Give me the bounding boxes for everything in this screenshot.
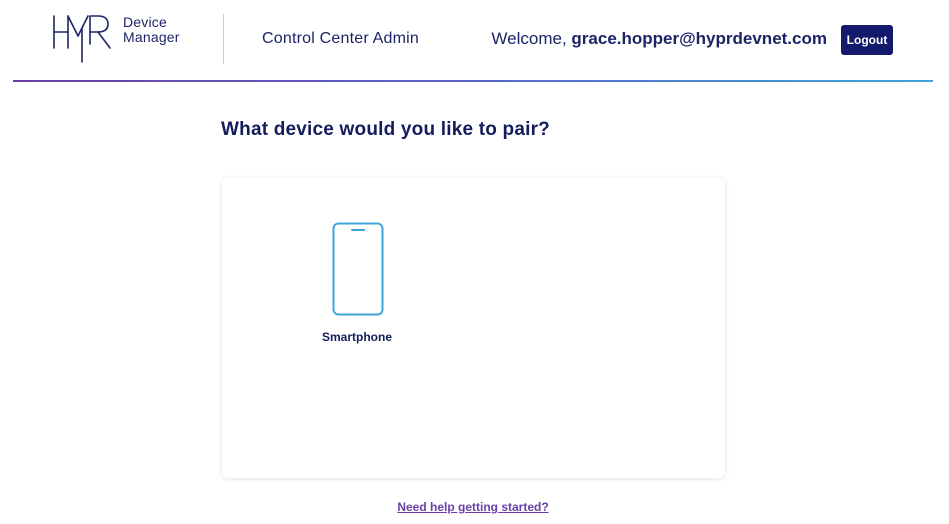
- logo-text-line2: Manager: [123, 29, 180, 45]
- logout-button[interactable]: Logout: [841, 25, 893, 55]
- logo-text: Device Manager: [123, 15, 180, 45]
- user-email: grace.hopper@hyprdevnet.com: [571, 29, 827, 48]
- header-gradient-rule: [13, 80, 933, 82]
- welcome-prefix: Welcome,: [491, 29, 567, 48]
- header-divider: [223, 14, 224, 64]
- hypr-logo[interactable]: Device Manager: [52, 14, 182, 64]
- device-label-smartphone: Smartphone: [321, 330, 392, 344]
- smartphone-icon: [332, 222, 384, 316]
- welcome-message: Welcome, grace.hopper@hyprdevnet.com: [491, 29, 827, 49]
- app-title: Control Center Admin: [262, 30, 419, 47]
- page-title: What device would you like to pair?: [221, 119, 550, 140]
- device-option-smartphone[interactable]: Smartphone: [312, 220, 402, 350]
- hypr-logo-icon: [53, 15, 111, 63]
- device-selection-card: Smartphone: [222, 178, 725, 478]
- logo-text-line1: Device: [123, 14, 167, 30]
- header: Device Manager Control Center Admin Welc…: [0, 0, 949, 82]
- help-link[interactable]: Need help getting started?: [0, 500, 946, 514]
